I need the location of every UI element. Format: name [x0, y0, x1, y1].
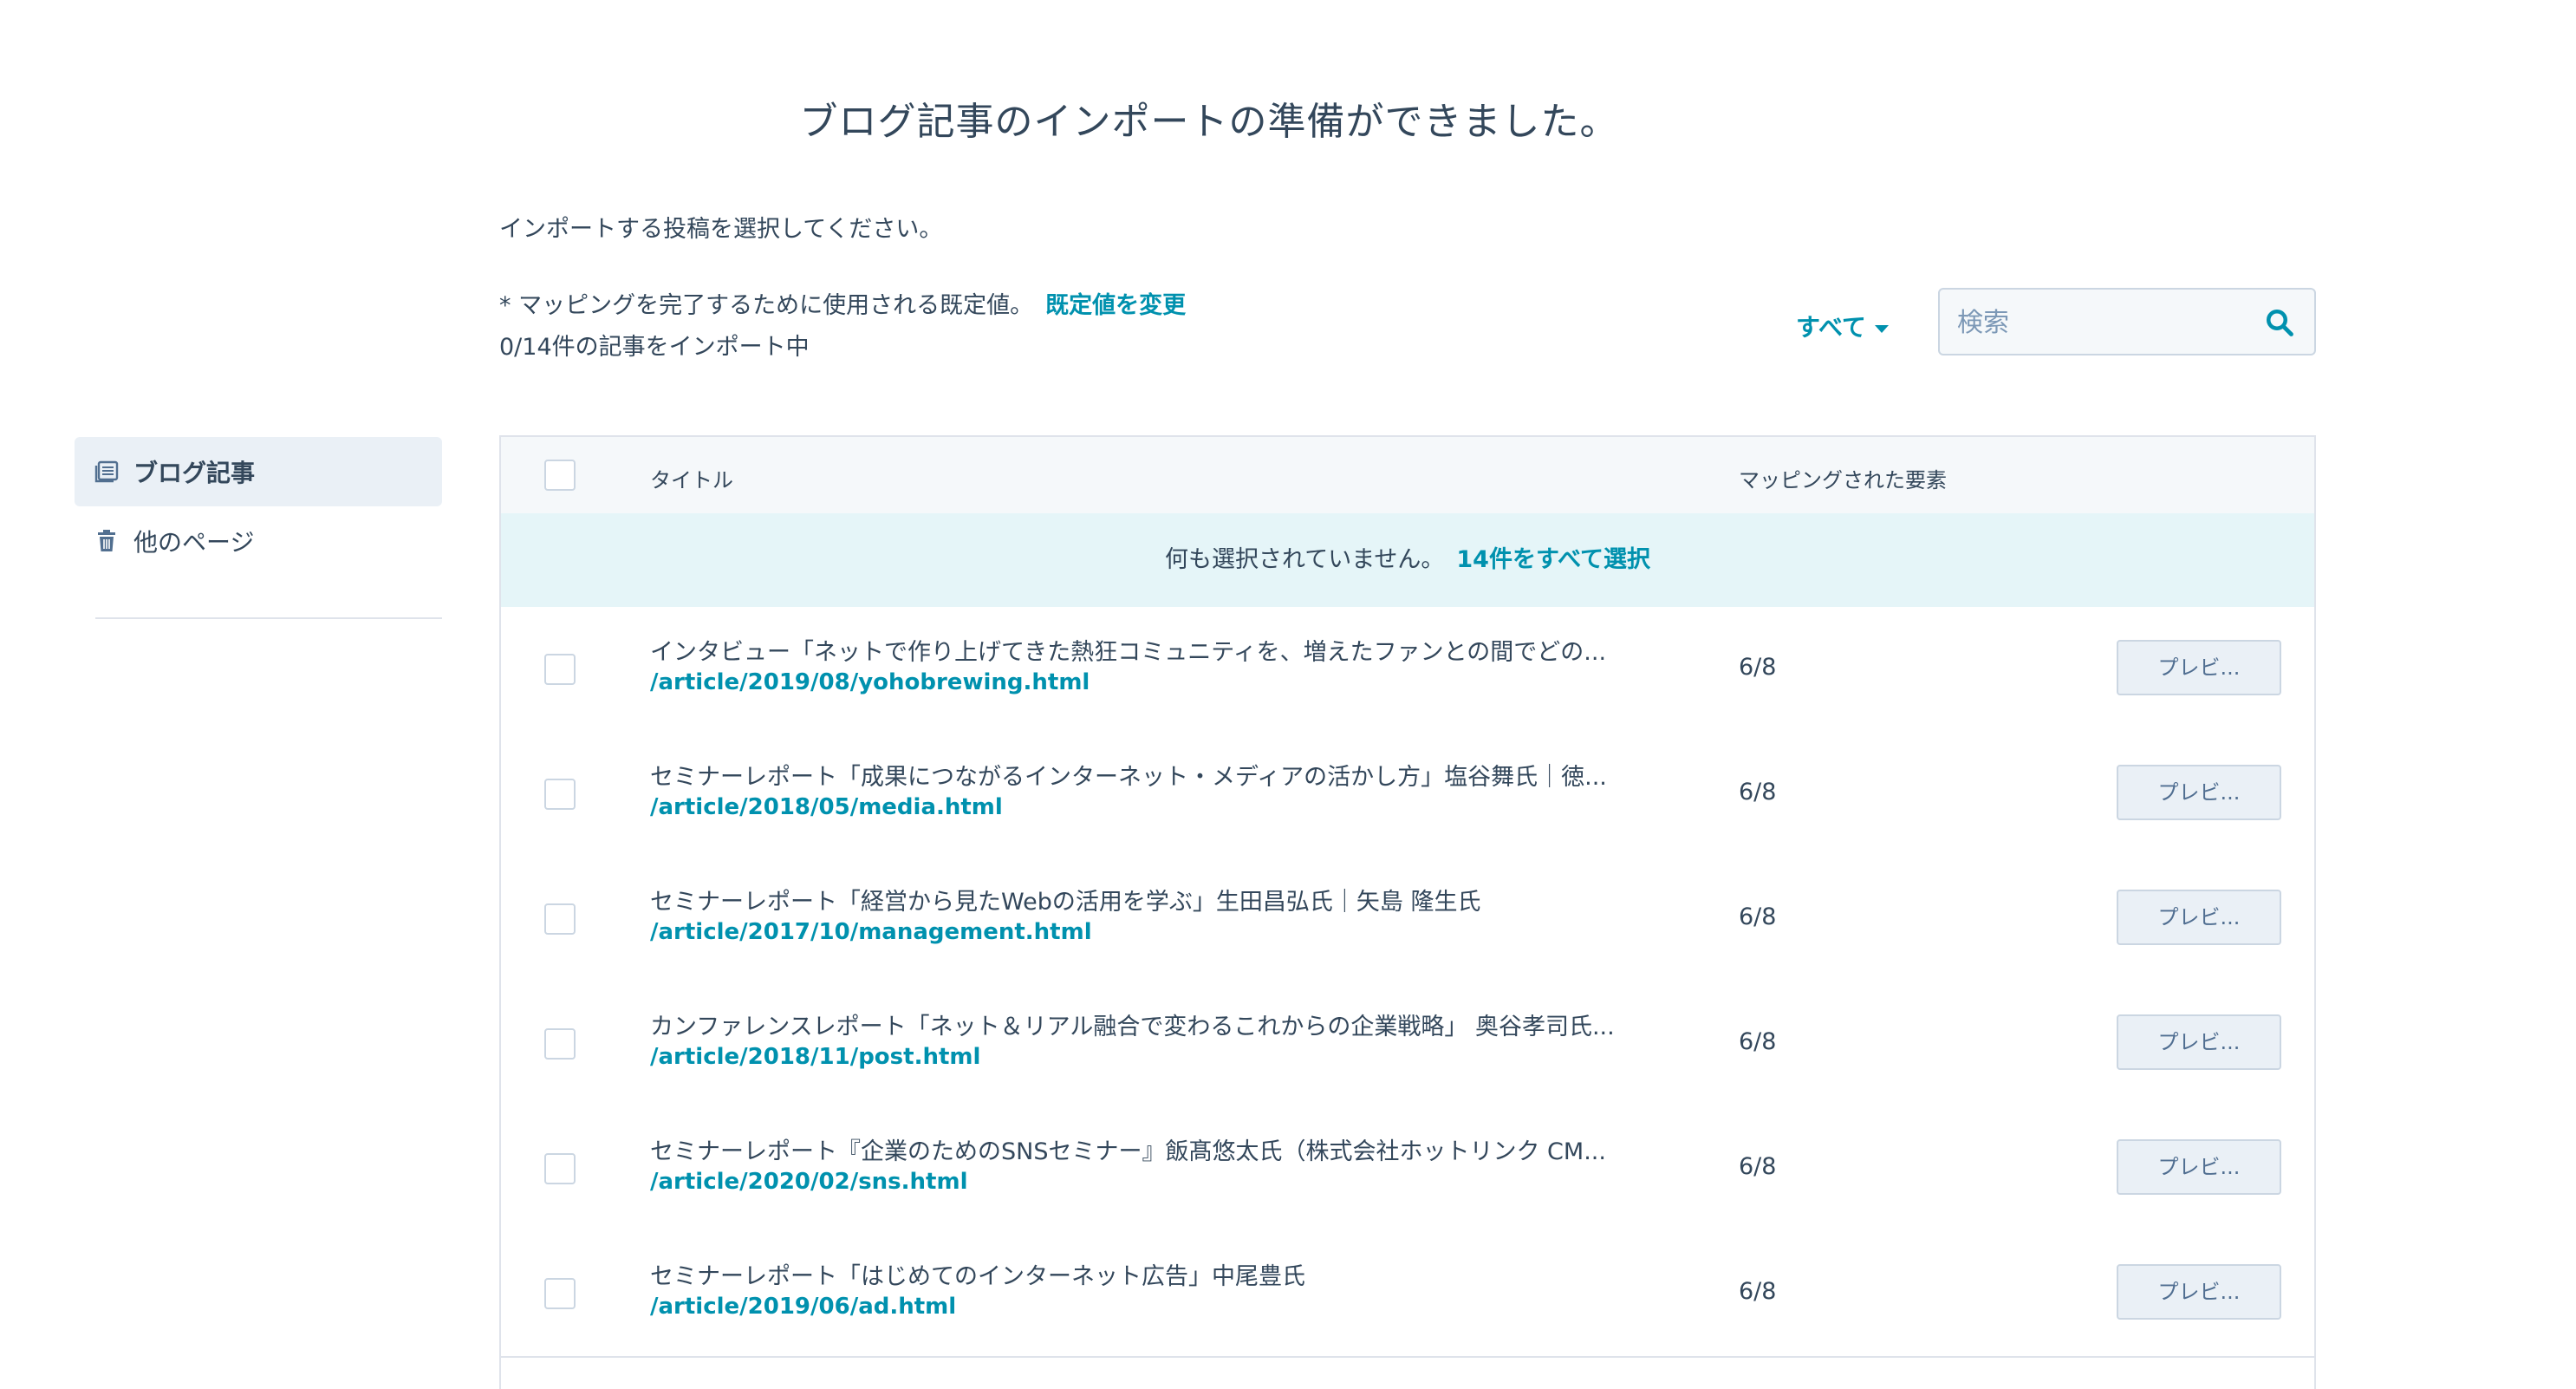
table-row: セミナーレポート「成果につながるインターネット・メディアの活かし方」塩谷舞氏｜徳…	[501, 732, 2314, 858]
select-all-link[interactable]: 14件をすべて選択	[1456, 546, 1650, 573]
row-checkbox[interactable]	[544, 1278, 576, 1309]
row-title: セミナーレポート「経営から見たWebの活用を学ぶ」生田昌弘氏｜矢島 隆生氏	[650, 889, 1481, 916]
filter-dropdown[interactable]: すべて	[1796, 309, 1889, 343]
row-title: セミナーレポート「はじめてのインターネット広告」中尾豊氏	[650, 1263, 1305, 1290]
row-title: セミナーレポート『企業のためのSNSセミナー』飯髙悠太氏（株式会社ホットリンク …	[650, 1138, 1606, 1165]
sidebar-divider	[95, 617, 442, 619]
import-count: 0/14件の記事をインポート中	[499, 334, 810, 361]
row-checkbox[interactable]	[544, 1028, 576, 1060]
search-input[interactable]	[1955, 300, 2254, 345]
change-default-link[interactable]: 既定値を変更	[1045, 292, 1186, 319]
row-url-link[interactable]: /article/2020/02/sns.html	[650, 1169, 967, 1195]
preview-button[interactable]: プレビ...	[2117, 890, 2281, 945]
row-checkbox[interactable]	[544, 903, 576, 935]
preview-button[interactable]: プレビ...	[2117, 1264, 2281, 1320]
row-mapped-count: 6/8	[1739, 654, 1777, 681]
row-url-link[interactable]: /article/2019/06/ad.html	[650, 1294, 956, 1320]
row-mapped-count: 6/8	[1739, 1153, 1777, 1180]
row-url-link[interactable]: /article/2018/05/media.html	[650, 794, 1003, 820]
preview-button[interactable]: プレビ...	[2117, 640, 2281, 695]
selection-banner: 何も選択されていません。 14件をすべて選択	[501, 513, 2314, 609]
preview-button[interactable]: プレビ...	[2117, 1139, 2281, 1195]
row-url-link[interactable]: /article/2017/10/management.html	[650, 919, 1092, 945]
row-checkbox[interactable]	[544, 1153, 576, 1184]
table-row: セミナーレポート『企業のためのSNSセミナー』飯髙悠太氏（株式会社ホットリンク …	[501, 1106, 2314, 1233]
row-title: インタビュー「ネットで作り上げてきた熱狂コミュニティを、増えたファンとの間でどの…	[650, 639, 1607, 666]
search-icon[interactable]	[2264, 307, 2295, 338]
preview-button[interactable]: プレビ...	[2117, 1014, 2281, 1070]
sidebar-item-other-pages[interactable]: 他のページ	[75, 506, 442, 576]
trash-icon	[94, 528, 120, 554]
preview-button[interactable]: プレビ...	[2117, 765, 2281, 820]
search-box[interactable]	[1938, 288, 2316, 355]
selection-status: 何も選択されていません。	[1165, 546, 1445, 573]
instruction-text: インポートする投稿を選択してください。	[499, 216, 943, 243]
row-title: セミナーレポート「成果につながるインターネット・メディアの活かし方」塩谷舞氏｜徳…	[650, 764, 1607, 791]
row-mapped-count: 6/8	[1739, 1028, 1777, 1055]
sidebar: ブログ記事 他のページ	[75, 437, 442, 576]
page-title: ブログ記事のインポートの準備ができました。	[799, 100, 1619, 144]
row-title: カンファレンスレポート「ネット＆リアル融合で変わるこれからの企業戦略」 奥谷孝司…	[650, 1014, 1615, 1040]
mapping-note: * マッピングを完了するために使用される既定値。 既定値を変更	[499, 286, 1186, 320]
row-checkbox[interactable]	[544, 654, 576, 685]
table-row: カンファレンスレポート「ネット＆リアル融合で変わるこれからの企業戦略」 奥谷孝司…	[501, 981, 2314, 1108]
posts-table: タイトル マッピングされた要素 何も選択されていません。 14件をすべて選択 イン…	[499, 435, 2316, 1389]
caret-down-icon	[1874, 324, 1889, 333]
filter-label: すべて	[1796, 313, 1866, 342]
row-mapped-count: 6/8	[1739, 903, 1777, 930]
select-all-checkbox[interactable]	[544, 460, 576, 491]
sidebar-item-label: 他のページ	[133, 528, 255, 557]
blog-list-icon	[94, 459, 120, 485]
column-header-title: タイトル	[650, 468, 733, 492]
table-row: インタビュー「ネットで作り上げてきた熱狂コミュニティを、増えたファンとの間でどの…	[501, 607, 2314, 734]
table-row: セミナーレポート「はじめてのインターネット広告」中尾豊氏 /article/20…	[501, 1231, 2314, 1358]
mapping-note-text: * マッピングを完了するために使用される既定値。	[499, 292, 1034, 319]
row-checkbox[interactable]	[544, 779, 576, 810]
row-url-link[interactable]: /article/2018/11/post.html	[650, 1044, 980, 1070]
table-header: タイトル マッピングされた要素	[501, 437, 2314, 515]
table-row: セミナーレポート「経営から見たWebの活用を学ぶ」生田昌弘氏｜矢島 隆生氏 /a…	[501, 857, 2314, 983]
sidebar-item-label: ブログ記事	[133, 459, 256, 487]
sidebar-item-blog-posts[interactable]: ブログ記事	[75, 437, 442, 506]
column-header-mapped: マッピングされた要素	[1739, 468, 1947, 492]
row-url-link[interactable]: /article/2019/08/yohobrewing.html	[650, 669, 1090, 695]
row-mapped-count: 6/8	[1739, 779, 1777, 805]
row-mapped-count: 6/8	[1739, 1278, 1777, 1305]
